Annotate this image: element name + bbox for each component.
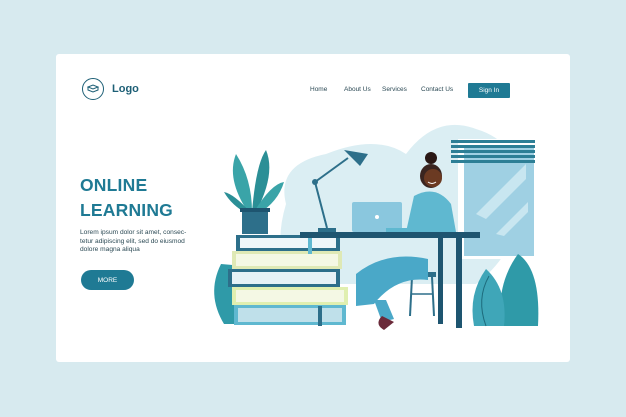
hero-description-line-1: Lorem ipsum dolor sit amet, consec-	[80, 229, 187, 236]
nav-item-home[interactable]: Home	[310, 86, 327, 93]
hero-title-line-2: LEARNING	[80, 200, 173, 220]
hero-title-line-1: ONLINE	[80, 175, 148, 195]
book-icon	[82, 78, 104, 100]
online-learning-illustration	[214, 124, 539, 330]
sign-in-button[interactable]: Sign In	[468, 83, 510, 98]
landing-page: Logo Home About Us Services Contact Us S…	[56, 54, 570, 362]
nav-item-services[interactable]: Services	[382, 86, 407, 93]
logo[interactable]: Logo	[82, 78, 139, 100]
nav-item-contact-us[interactable]: Contact Us	[421, 86, 453, 93]
hero-description: Lorem ipsum dolor sit amet, consec- tetu…	[80, 229, 208, 255]
books-stack-illustration	[214, 235, 348, 326]
window-illustration	[451, 139, 536, 259]
more-button[interactable]: MORE	[81, 270, 134, 290]
hero-title: ONLINE LEARNING	[80, 173, 173, 223]
hero-description-line-2: tetur adipiscing elit, sed do eiusmod	[80, 237, 185, 245]
hero-description-line-3: dolore magna aliqua	[80, 246, 140, 254]
nav-item-about-us[interactable]: About Us	[344, 86, 371, 93]
potted-plant-illustration	[224, 150, 284, 234]
logo-label: Logo	[112, 83, 139, 95]
